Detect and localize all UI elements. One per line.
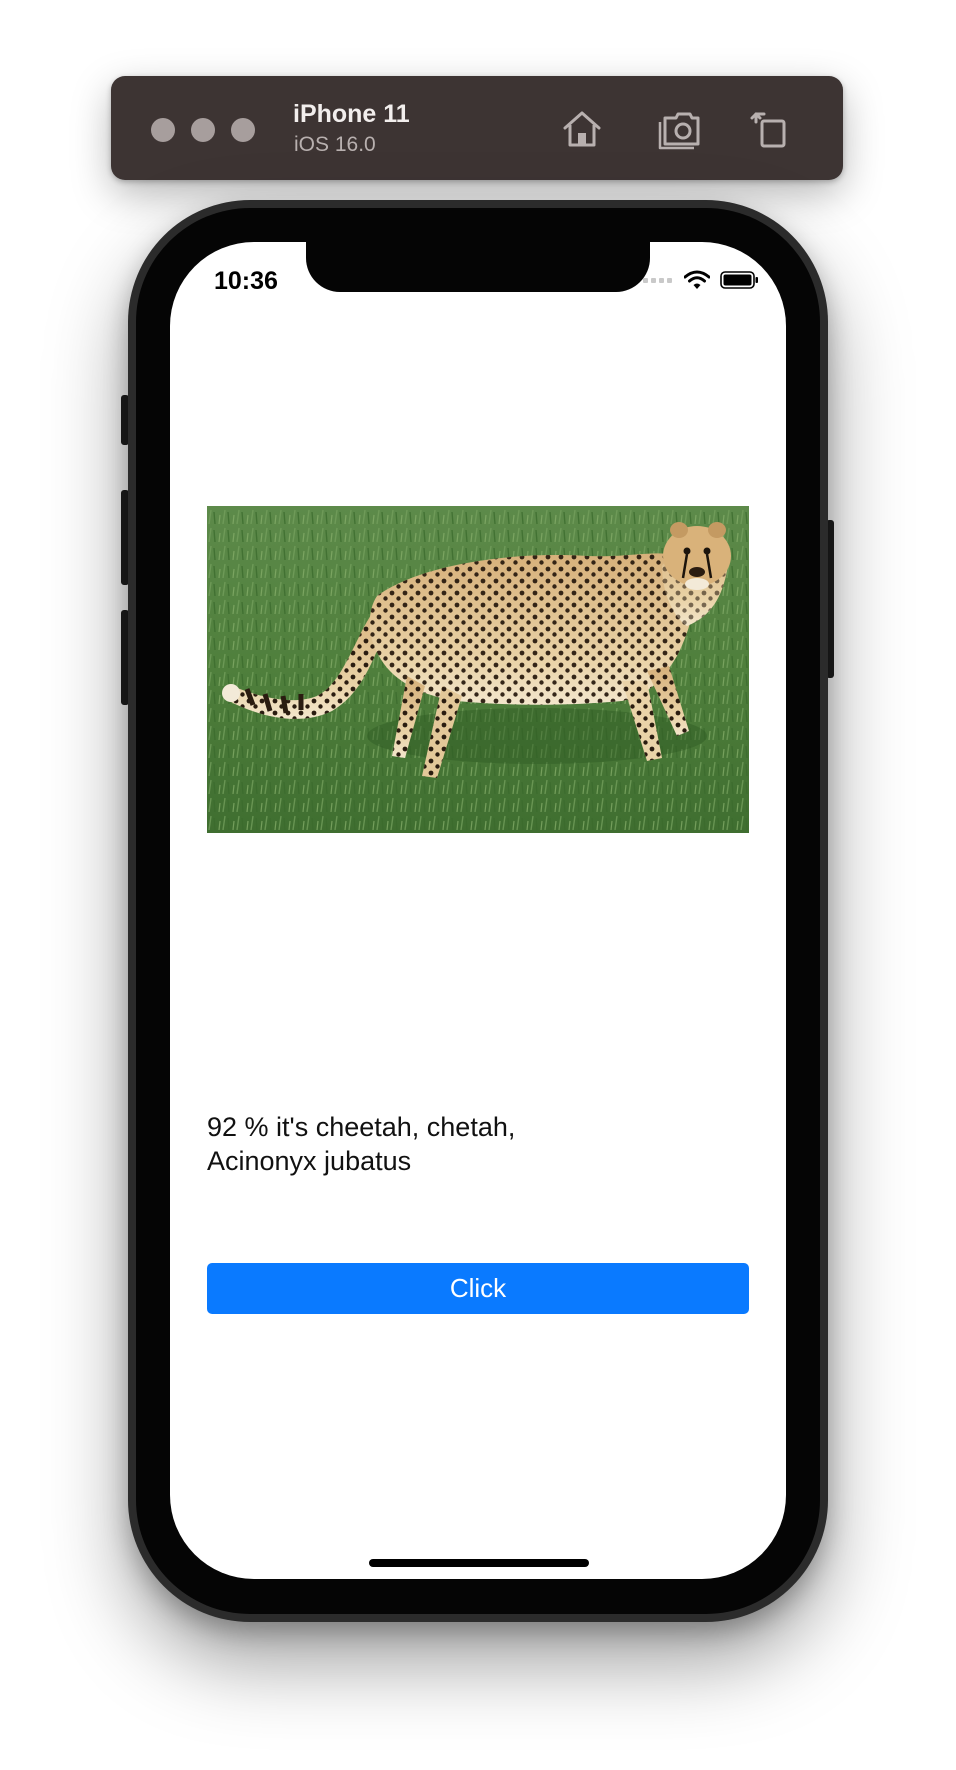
device-os-version: iOS 16.0 xyxy=(294,133,376,156)
rotate-icon[interactable] xyxy=(747,104,797,154)
notch xyxy=(306,242,650,292)
cheetah-image xyxy=(207,506,749,833)
window-zoom-dot[interactable] xyxy=(231,118,255,142)
prediction-line-1: 92 % it's cheetah, chetah, xyxy=(207,1112,516,1142)
simulator-toolbar: iPhone 11 iOS 16.0 xyxy=(111,76,843,180)
status-time: 10:36 xyxy=(214,267,278,295)
prediction-line-2: Acinonyx jubatus xyxy=(207,1146,412,1176)
prediction-label: 92 % it's cheetah, chetah, Acinonyx juba… xyxy=(207,1110,749,1178)
phone-screen: 10:36 92 % it's cheetah, chetah, Acinony… xyxy=(170,242,786,1579)
window-minimize-dot[interactable] xyxy=(191,118,215,142)
screenshot-icon[interactable] xyxy=(656,104,706,154)
click-button[interactable]: Click xyxy=(207,1263,749,1314)
simulator-stage: iPhone 11 iOS 16.0 10:36 92 % it's cheet… xyxy=(0,0,956,1770)
home-icon[interactable] xyxy=(557,104,607,154)
status-icons xyxy=(643,268,760,292)
cellular-signal-icon xyxy=(643,277,672,283)
window-close-dot[interactable] xyxy=(151,118,175,142)
home-indicator[interactable] xyxy=(369,1559,589,1567)
device-name: iPhone 11 xyxy=(293,100,410,128)
wifi-icon xyxy=(684,270,710,290)
battery-icon xyxy=(720,270,760,290)
